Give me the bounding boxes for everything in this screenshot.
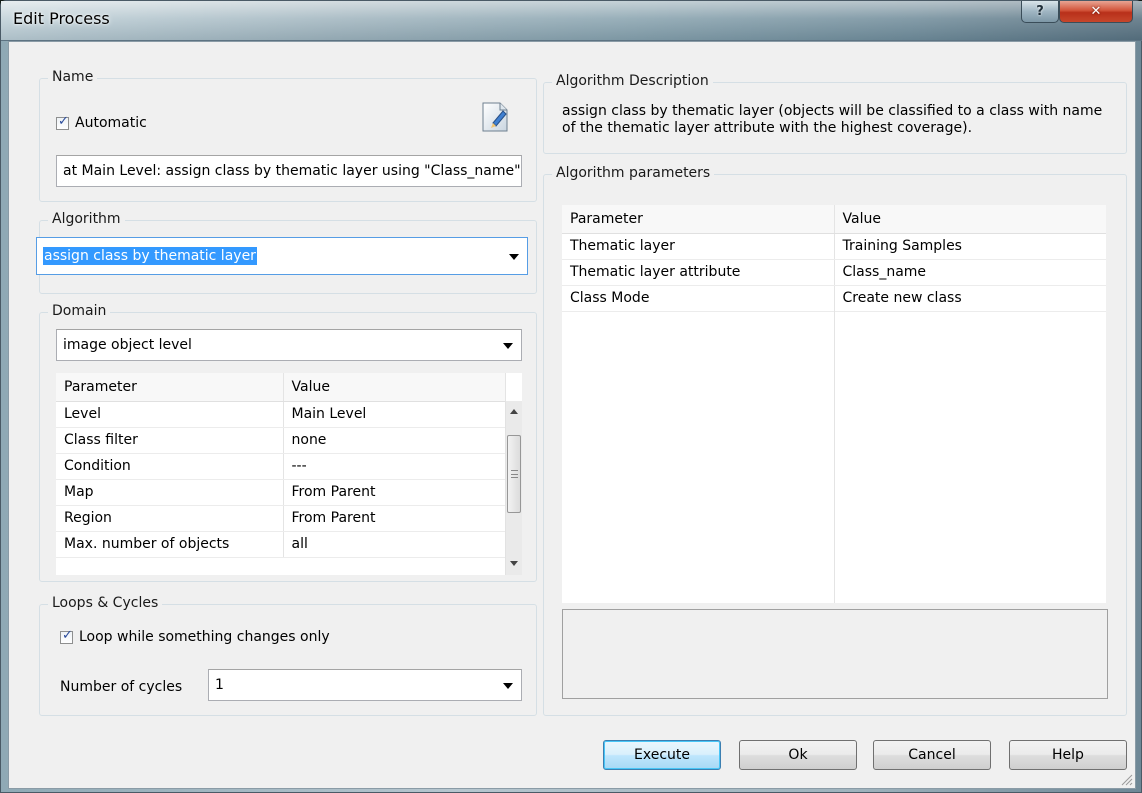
table-row[interactable]: Region From Parent [56, 505, 506, 532]
parameter-cell: Max. number of objects [56, 531, 284, 558]
ok-button[interactable]: Ok [739, 740, 857, 770]
algorithm-description-group: Algorithm Description assign class by th… [543, 73, 1127, 154]
domain-group: Domain image object level Parameter Valu… [39, 303, 537, 582]
process-name-value: at Main Level: assign class by thematic … [63, 163, 522, 179]
close-icon: ✕ [1090, 4, 1102, 19]
title-bar[interactable]: Edit Process ? ✕ [1, 1, 1142, 41]
value-cell[interactable]: From Parent [283, 479, 506, 506]
value-cell[interactable]: Main Level [283, 401, 506, 428]
automatic-check-box[interactable] [56, 114, 69, 130]
table-row[interactable]: Thematic layer Training Samples [562, 233, 1106, 260]
value-cell[interactable]: all [283, 531, 506, 558]
column-header-parameter[interactable]: Parameter [56, 373, 284, 402]
algorithm-description-label: Algorithm Description [552, 73, 713, 89]
grip-icon [511, 470, 518, 478]
column-header-value[interactable]: Value [834, 205, 1106, 234]
scrollbar-thumb[interactable] [507, 435, 521, 513]
table-row[interactable]: Condition --- [56, 453, 506, 480]
number-of-cycles-value: 1 [215, 677, 224, 693]
table-row[interactable]: Map From Parent [56, 479, 506, 506]
column-header-value[interactable]: Value [283, 373, 506, 402]
table-header-row: Parameter Value [562, 205, 1106, 234]
loop-while-changes-checkbox[interactable]: Loop while something changes only [60, 628, 330, 645]
scroll-down-icon[interactable] [510, 561, 518, 566]
scroll-up-icon[interactable] [510, 409, 518, 414]
table-row[interactable]: Level Main Level [56, 401, 506, 428]
algorithm-group-label: Algorithm [48, 211, 125, 227]
number-of-cycles-label: Number of cycles [60, 679, 183, 695]
window-title: Edit Process [13, 9, 110, 28]
column-divider [834, 309, 835, 603]
domain-select[interactable]: image object level [56, 329, 522, 361]
name-group: Name Automatic [39, 69, 537, 202]
automatic-label: Automatic [75, 115, 147, 131]
algorithm-group: Algorithm assign class by thematic layer [36, 211, 537, 294]
close-button[interactable]: ✕ [1059, 1, 1133, 23]
execute-button[interactable]: Execute [603, 740, 721, 770]
value-cell[interactable]: --- [283, 453, 506, 480]
value-cell[interactable]: From Parent [283, 505, 506, 532]
algorithm-parameters-group: Algorithm parameters Parameter Value The… [543, 165, 1127, 716]
automatic-checkbox[interactable]: Automatic [56, 114, 147, 131]
column-header-parameter[interactable]: Parameter [562, 205, 835, 234]
chevron-down-icon[interactable] [503, 683, 513, 689]
value-cell[interactable]: Create new class [834, 285, 1106, 312]
value-cell[interactable]: Training Samples [834, 233, 1106, 260]
parameter-cell: Condition [56, 453, 284, 480]
parameter-cell: Region [56, 505, 284, 532]
resize-grip-icon[interactable] [1119, 772, 1133, 786]
value-cell[interactable]: none [283, 427, 506, 454]
table-row[interactable]: Max. number of objects all [56, 531, 506, 558]
algorithm-description-text: assign class by thematic layer (objects … [562, 103, 1103, 136]
help-button[interactable]: Help [1009, 740, 1127, 770]
parameter-cell: Thematic layer attribute [562, 259, 835, 286]
name-group-label: Name [48, 69, 98, 85]
table-row[interactable]: Thematic layer attribute Class_name [562, 259, 1106, 286]
chevron-down-icon[interactable] [509, 254, 519, 260]
dialog-client-area: Name Automatic [8, 41, 1136, 789]
algorithm-parameters-label: Algorithm parameters [552, 165, 715, 181]
algorithm-selected-value: assign class by thematic layer [43, 247, 257, 265]
algorithm-parameter-table: Parameter Value Thematic layer Training … [562, 205, 1106, 603]
table-row[interactable]: Class Mode Create new class [562, 285, 1106, 312]
parameter-help-panel [562, 609, 1108, 699]
table-row[interactable]: Class filter none [56, 427, 506, 454]
cancel-button[interactable]: Cancel [873, 740, 991, 770]
edit-process-dialog: Edit Process ? ✕ Name Automatic [0, 0, 1142, 793]
domain-parameter-table: Parameter Value Level Main Level Class f… [56, 373, 522, 575]
domain-selected-value: image object level [63, 337, 192, 353]
parameter-cell: Level [56, 401, 284, 428]
number-of-cycles-select[interactable]: 1 [208, 669, 522, 701]
question-icon: ? [1036, 4, 1044, 19]
parameter-cell: Class filter [56, 427, 284, 454]
table-header-row: Parameter Value [56, 373, 506, 402]
domain-table-scrollbar[interactable] [505, 401, 522, 575]
loop-check-box[interactable] [60, 628, 73, 644]
value-cell[interactable]: Class_name [834, 259, 1106, 286]
edit-name-icon[interactable] [480, 101, 510, 133]
chevron-down-icon[interactable] [503, 343, 513, 349]
process-name-field[interactable]: at Main Level: assign class by thematic … [56, 155, 522, 187]
domain-group-label: Domain [48, 303, 111, 319]
parameter-cell: Thematic layer [562, 233, 835, 260]
loop-label: Loop while something changes only [79, 629, 330, 645]
loops-cycles-group: Loops & Cycles Loop while something chan… [39, 595, 537, 716]
algorithm-select[interactable]: assign class by thematic layer [36, 237, 528, 275]
parameter-cell: Class Mode [562, 285, 835, 312]
help-caption-button[interactable]: ? [1021, 1, 1059, 23]
parameter-cell: Map [56, 479, 284, 506]
loops-cycles-group-label: Loops & Cycles [48, 595, 163, 611]
